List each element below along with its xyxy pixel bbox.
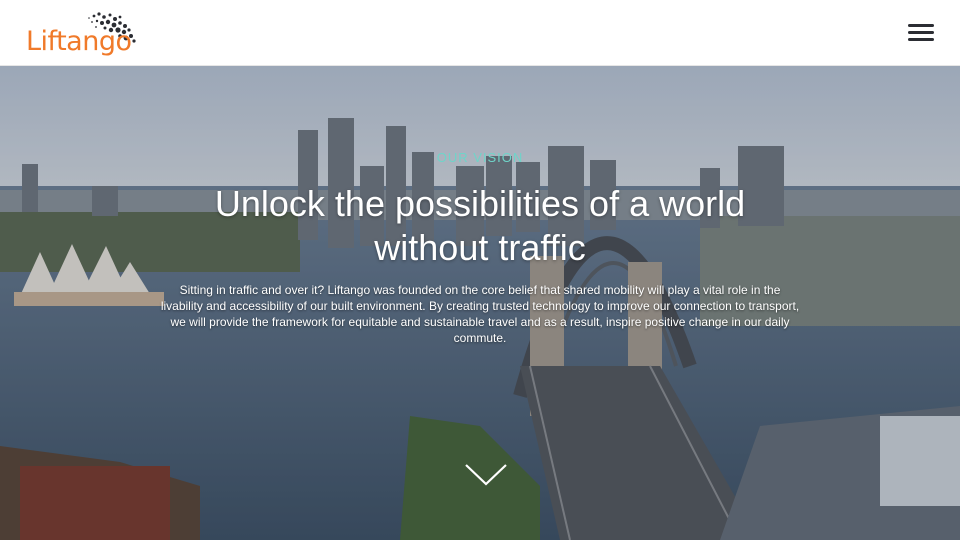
menu-bar-middle [908,31,934,34]
site-header: Liftango [0,0,960,66]
chevron-down-icon[interactable] [464,462,508,488]
hero-section: OUR VISION Unlock the possibilities of a… [0,66,960,540]
hero-headline: Unlock the possibilities of a world with… [214,183,746,268]
hero-eyebrow: OUR VISION [436,150,524,165]
hero-intro-paragraph: Sitting in traffic and over it? Liftango… [160,283,800,345]
menu-bar-bottom [908,38,934,41]
menu-bar-top [908,24,934,27]
logo-text-lift: Lift [26,26,67,57]
liftango-logo[interactable]: Liftango [24,10,144,60]
logo-text-ango: ango [66,26,132,57]
hamburger-menu-icon[interactable] [902,18,940,48]
logo-wordmark: Liftango [26,26,132,57]
